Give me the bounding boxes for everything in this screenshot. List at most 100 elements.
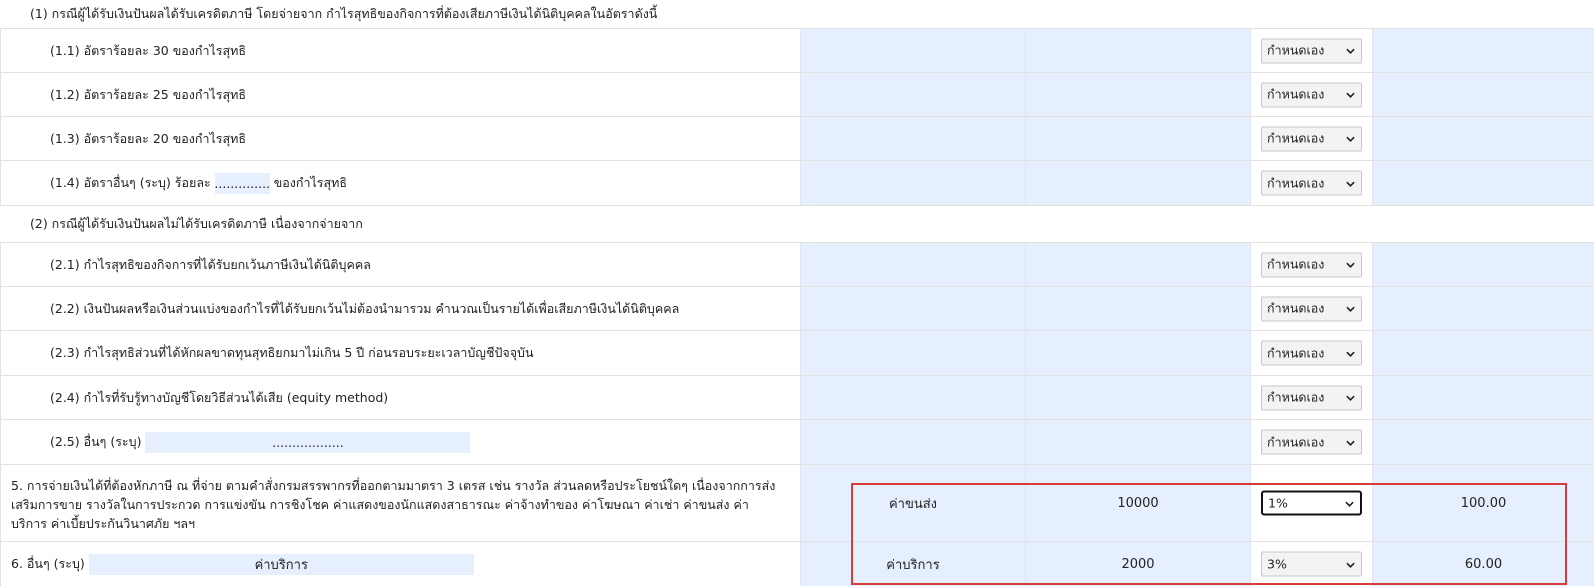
table-row-6: 6. อื่นๆ (ระบุ) ค่าบริการ ค่าบริการ 2000… — [0, 542, 1594, 586]
rate-select-value: กำหนดเอง — [1267, 86, 1325, 102]
income-type-cell[interactable] — [800, 243, 1025, 286]
tax-cell[interactable] — [1372, 161, 1594, 205]
rate-select[interactable]: กำหนดเอง — [1261, 385, 1362, 410]
table-row-5: 5. การจ่ายเงินได้ที่ต้องหักภาษี ณ ที่จ่า… — [0, 465, 1594, 542]
income-type-cell[interactable] — [800, 117, 1025, 160]
row-description-cell: (1.3) อัตราร้อยละ 20 ของกำไรสุทธิ — [0, 117, 800, 160]
income-type-cell[interactable]: ค่าบริการ — [800, 542, 1025, 586]
tax-cell[interactable] — [1372, 243, 1594, 286]
rate-select[interactable]: กำหนดเอง — [1261, 429, 1362, 455]
rate-cell: กำหนดเอง — [1250, 331, 1372, 375]
rate-select[interactable]: กำหนดเอง — [1261, 296, 1362, 321]
other-specify-input[interactable]: .................. — [145, 431, 471, 453]
chevron-down-icon — [1346, 48, 1355, 54]
row-description-cell: (2.3) กำไรสุทธิส่วนที่ได้หักผลขาดทุนสุทธ… — [0, 331, 800, 375]
table-row: (1.2) อัตราร้อยละ 25 ของกำไรสุทธิ กำหนดเ… — [0, 73, 1594, 117]
tax-cell[interactable] — [1372, 73, 1594, 116]
tax-cell[interactable]: 60.00 — [1372, 542, 1594, 586]
rate-cell: กำหนดเอง — [1250, 287, 1372, 330]
income-type-cell[interactable] — [800, 161, 1025, 205]
amount-cell[interactable] — [1025, 117, 1250, 160]
rate-select-value: กำหนดเอง — [1267, 130, 1325, 146]
row-description-cell: (2.5) อื่นๆ (ระบุ) .................. — [0, 420, 800, 464]
income-type-cell[interactable] — [800, 73, 1025, 116]
row-label: (2.2) เงินปันผลหรือเงินส่วนแบ่งของกำไรที… — [50, 300, 680, 316]
row6-income-type: ค่าบริการ — [886, 557, 940, 573]
row-description-cell: (1.2) อัตราร้อยละ 25 ของกำไรสุทธิ — [0, 73, 800, 116]
row-description-cell: (2.4) กำไรที่รับรู้ทางบัญชีโดยวิธีส่วนได… — [0, 376, 800, 419]
rate-cell: กำหนดเอง — [1250, 420, 1372, 464]
row6-amount: 2000 — [1121, 556, 1155, 572]
row-label-suffix: ของกำไรสุทธิ — [273, 175, 347, 190]
table-row: (1.4) อัตราอื่นๆ (ระบุ) ร้อยละ .........… — [0, 161, 1594, 206]
rate-cell: กำหนดเอง — [1250, 73, 1372, 116]
rate-percent-input[interactable]: .............. — [214, 172, 270, 194]
withholding-tax-form: (1) กรณีผู้ได้รับเงินปันผลได้รับเครดิตภา… — [0, 0, 1594, 586]
table-row: (2.1) กำไรสุทธิของกิจการที่ได้รับยกเว้นภ… — [0, 243, 1594, 287]
rate-cell: กำหนดเอง — [1250, 243, 1372, 286]
rate-select-value: กำหนดเอง — [1267, 175, 1325, 190]
rate-select[interactable]: กำหนดเอง — [1261, 82, 1362, 107]
amount-cell[interactable] — [1025, 376, 1250, 419]
amount-cell[interactable] — [1025, 73, 1250, 116]
rate-cell: กำหนดเอง — [1250, 29, 1372, 72]
row-label: (1.3) อัตราร้อยละ 20 ของกำไรสุทธิ — [50, 130, 246, 146]
tax-cell[interactable] — [1372, 29, 1594, 72]
tax-cell[interactable] — [1372, 287, 1594, 330]
rate-select[interactable]: กำหนดเอง — [1261, 340, 1362, 366]
amount-cell[interactable] — [1025, 243, 1250, 286]
rate-select[interactable]: 1% — [1261, 490, 1362, 516]
rate-select[interactable]: กำหนดเอง — [1261, 126, 1362, 151]
income-type-cell[interactable]: ค่าขนส่ง — [800, 465, 1025, 541]
row-label: (2.4) กำไรที่รับรู้ทางบัญชีโดยวิธีส่วนได… — [50, 389, 389, 405]
chevron-down-icon — [1346, 306, 1355, 312]
row-label: (1.1) อัตราร้อยละ 30 ของกำไรสุทธิ — [50, 42, 246, 58]
tax-cell[interactable] — [1372, 376, 1594, 419]
tax-cell[interactable] — [1372, 117, 1594, 160]
table-row: (2.3) กำไรสุทธิส่วนที่ได้หักผลขาดทุนสุทธ… — [0, 331, 1594, 376]
amount-cell[interactable] — [1025, 161, 1250, 205]
section1-header-row: (1) กรณีผู้ได้รับเงินปันผลได้รับเครดิตภา… — [0, 0, 1594, 29]
chevron-down-icon — [1346, 440, 1355, 446]
table-row: (1.3) อัตราร้อยละ 20 ของกำไรสุทธิ กำหนดเ… — [0, 117, 1594, 161]
rate-select-value: 1% — [1268, 495, 1288, 511]
tax-cell[interactable] — [1372, 331, 1594, 375]
rate-select[interactable]: 3% — [1261, 551, 1362, 577]
income-type-cell[interactable] — [800, 420, 1025, 464]
table-row: (1.1) อัตราร้อยละ 30 ของกำไรสุทธิ กำหนดเ… — [0, 29, 1594, 73]
income-type-cell[interactable] — [800, 29, 1025, 72]
row-label: 6. อื่นๆ (ระบุ) ค่าบริการ — [11, 542, 478, 586]
tax-cell[interactable]: 100.00 — [1372, 465, 1594, 541]
row-description-cell: (1.1) อัตราร้อยละ 30 ของกำไรสุทธิ — [0, 29, 800, 72]
rate-cell: 3% — [1250, 542, 1372, 586]
amount-cell[interactable] — [1025, 287, 1250, 330]
amount-cell[interactable]: 10000 — [1025, 465, 1250, 541]
section1-header: (1) กรณีผู้ได้รับเงินปันผลได้รับเครดิตภา… — [30, 6, 658, 21]
rate-select[interactable]: กำหนดเอง — [1261, 252, 1362, 277]
tax-cell[interactable] — [1372, 420, 1594, 464]
rate-cell: กำหนดเอง — [1250, 117, 1372, 160]
row-label: (1.2) อัตราร้อยละ 25 ของกำไรสุทธิ — [50, 86, 246, 102]
amount-cell[interactable] — [1025, 420, 1250, 464]
chevron-down-icon — [1346, 395, 1355, 401]
rate-select-value: กำหนดเอง — [1267, 300, 1325, 316]
rate-select[interactable]: กำหนดเอง — [1261, 38, 1362, 63]
amount-cell[interactable] — [1025, 331, 1250, 375]
amount-cell[interactable] — [1025, 29, 1250, 72]
table-row: (2.4) กำไรที่รับรู้ทางบัญชีโดยวิธีส่วนได… — [0, 376, 1594, 420]
row-description-cell: (2.1) กำไรสุทธิของกิจการที่ได้รับยกเว้นภ… — [0, 243, 800, 286]
section2-header-row: (2) กรณีผู้ได้รับเงินปันผลไม่ได้รับเครดิ… — [0, 206, 1594, 243]
rate-select-value: กำหนดเอง — [1267, 389, 1325, 405]
rate-select-value: กำหนดเอง — [1267, 345, 1325, 360]
income-type-cell[interactable] — [800, 331, 1025, 375]
rate-select-value: กำหนดเอง — [1267, 42, 1325, 58]
other-specify-input[interactable]: ค่าบริการ — [88, 553, 474, 575]
table-row: (2.5) อื่นๆ (ระบุ) .................. กำ… — [0, 420, 1594, 465]
rate-select[interactable]: กำหนดเอง — [1261, 170, 1362, 196]
income-type-cell[interactable] — [800, 287, 1025, 330]
section2-header: (2) กรณีผู้ได้รับเงินปันผลไม่ได้รับเครดิ… — [30, 216, 363, 231]
row5-tax: 100.00 — [1460, 495, 1507, 511]
amount-cell[interactable]: 2000 — [1025, 542, 1250, 586]
income-type-cell[interactable] — [800, 376, 1025, 419]
row6-tax: 60.00 — [1464, 556, 1503, 572]
